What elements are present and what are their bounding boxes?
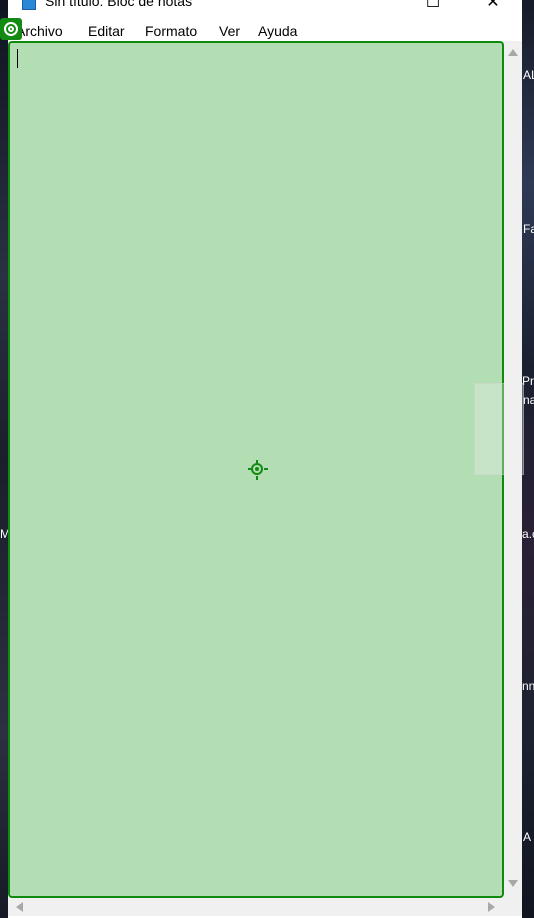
vertical-scrollbar[interactable] xyxy=(504,41,522,898)
close-button[interactable]: ✕ xyxy=(470,0,516,18)
maximize-button[interactable]: ☐ xyxy=(410,0,456,18)
text-editor-area[interactable] xyxy=(8,41,504,898)
window-title: Sin título: Bloc de notas xyxy=(45,0,193,9)
target-icon xyxy=(0,18,22,40)
scroll-up-icon[interactable] xyxy=(508,49,518,56)
scroll-down-icon[interactable] xyxy=(508,880,518,887)
menu-ayuda[interactable]: Ayuda xyxy=(258,23,297,39)
scrollbar-corner xyxy=(504,898,522,916)
horizontal-scrollbar[interactable] xyxy=(8,898,504,916)
menu-formato[interactable]: Formato xyxy=(145,23,197,39)
text-caret xyxy=(17,49,18,68)
desktop-background-left xyxy=(0,0,8,918)
menu-archivo[interactable]: Archivo xyxy=(16,23,63,39)
menu-editar[interactable]: Editar xyxy=(88,23,125,39)
scroll-right-icon[interactable] xyxy=(488,902,495,912)
background-text: a.c xyxy=(522,527,534,541)
menu-bar: Archivo Editar Formato Ver Ayuda xyxy=(8,19,522,41)
background-text: na xyxy=(523,393,534,407)
scroll-left-icon[interactable] xyxy=(16,902,23,912)
title-bar[interactable]: Sin título: Bloc de notas ☐ ✕ xyxy=(8,0,522,18)
background-text: nn xyxy=(522,679,534,693)
background-text: Fa xyxy=(523,222,534,236)
menu-ver[interactable]: Ver xyxy=(219,23,240,39)
background-text: A xyxy=(523,830,532,844)
notepad-window: Sin título: Bloc de notas ☐ ✕ Archivo Ed… xyxy=(8,0,524,918)
background-text: AL xyxy=(523,68,534,82)
notepad-icon xyxy=(22,0,36,10)
crosshair-icon xyxy=(248,460,268,480)
